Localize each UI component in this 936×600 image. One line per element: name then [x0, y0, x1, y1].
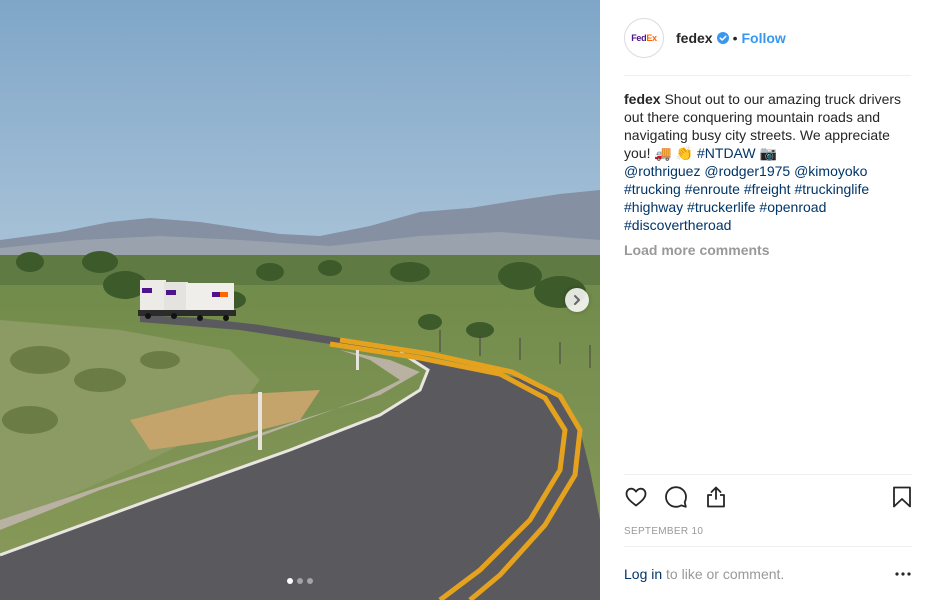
chevron-right-icon: [574, 295, 580, 305]
mention-link[interactable]: @rothriguez: [624, 163, 700, 179]
hashtag-link[interactable]: #openroad: [759, 199, 826, 215]
login-prompt-text: to like or comment.: [662, 566, 785, 582]
like-button[interactable]: [624, 485, 648, 509]
hashtag-link[interactable]: #highway: [624, 199, 683, 215]
bookmark-icon: [893, 486, 911, 508]
hashtag-link[interactable]: #enroute: [685, 181, 740, 197]
carousel-dot-1: [287, 578, 293, 584]
more-options-button[interactable]: [894, 565, 912, 583]
avatar-logo-right: Ex: [646, 33, 657, 43]
next-photo-button[interactable]: [565, 288, 589, 312]
separator-dot: •: [732, 30, 738, 46]
hashtag-link[interactable]: #trucking: [624, 181, 681, 197]
caption-username[interactable]: fedex: [624, 91, 661, 107]
camera-emoji: 📷: [759, 145, 777, 161]
carousel-dot-2: [297, 578, 303, 584]
action-bar: [624, 474, 912, 518]
header-meta: fedex • Follow: [676, 30, 786, 46]
avatar-logo-left: Fed: [631, 33, 647, 43]
avatar[interactable]: Fed Ex: [624, 18, 664, 58]
carousel-dot-3: [307, 578, 313, 584]
login-prompt: Log in to like or comment.: [624, 546, 912, 600]
comment-icon: [665, 486, 687, 508]
load-more-comments-button[interactable]: Load more comments: [624, 242, 769, 258]
truck-graphic: [138, 280, 236, 321]
share-icon: [707, 486, 725, 508]
login-link[interactable]: Log in: [624, 566, 662, 582]
hashtag-link[interactable]: #truckerlife: [687, 199, 755, 215]
more-options-icon: [895, 572, 911, 576]
verified-badge-icon: [716, 32, 729, 44]
post-header: Fed Ex fedex • Follow: [624, 18, 911, 76]
hashtag-link[interactable]: #truckinglife: [794, 181, 869, 197]
carousel-indicator: [0, 578, 600, 584]
username-link[interactable]: fedex: [676, 30, 713, 46]
post-date[interactable]: SEPTEMBER 10: [624, 526, 703, 537]
hashtag-link[interactable]: #freight: [744, 181, 791, 197]
hashtag-link[interactable]: #discovertheroad: [624, 217, 731, 233]
share-button[interactable]: [704, 485, 728, 509]
highway-truck-photo: [0, 0, 600, 600]
post-photo[interactable]: [0, 0, 600, 600]
hashtag-link[interactable]: #NTDAW: [697, 145, 756, 161]
heart-icon: [625, 487, 647, 507]
comment-button[interactable]: [664, 485, 688, 509]
save-button[interactable]: [890, 485, 914, 509]
post-side-panel: Fed Ex fedex • Follow fedex Shout out to …: [600, 0, 936, 600]
follow-button[interactable]: Follow: [741, 30, 785, 46]
mention-link[interactable]: @rodger1975: [704, 163, 790, 179]
mention-link[interactable]: @kimoyoko: [794, 163, 867, 179]
caption: fedex Shout out to our amazing truck dri…: [624, 90, 912, 234]
